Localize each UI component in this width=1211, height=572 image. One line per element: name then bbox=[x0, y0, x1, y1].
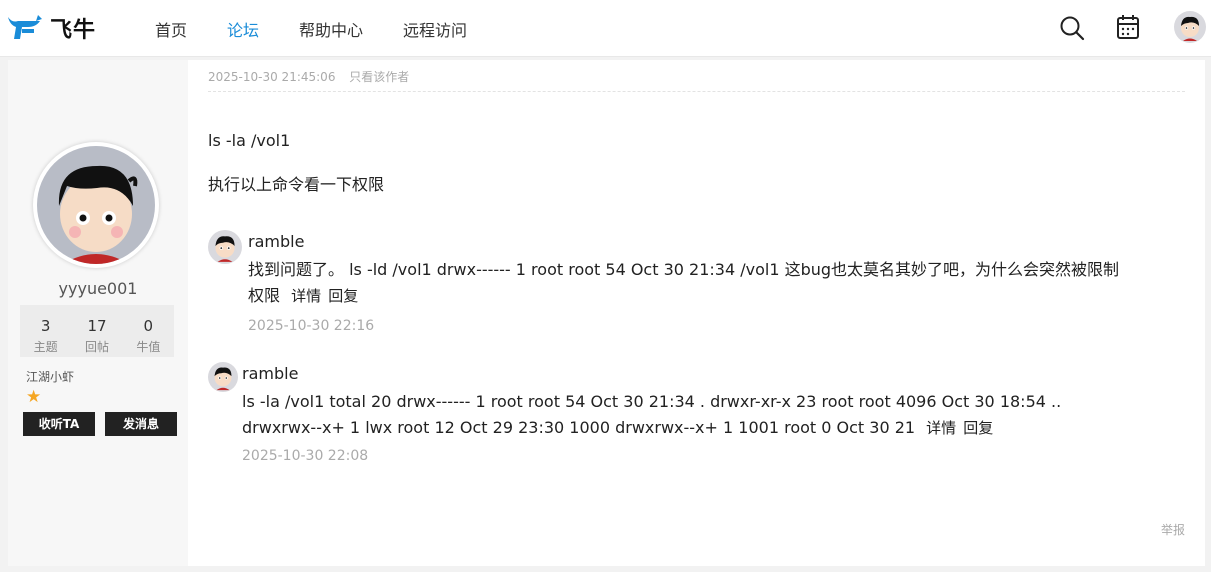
reply-reply-link[interactable]: 回复 bbox=[328, 287, 358, 305]
reply-text-line-2: 权限 详情 回复 bbox=[248, 283, 1185, 309]
author-username[interactable]: yyyue001 bbox=[8, 279, 188, 298]
reply-item: ramble 找到问题了。 ls -ld /vol1 drwx------ 1 … bbox=[208, 230, 1185, 340]
follow-button[interactable]: 收听TA bbox=[23, 412, 95, 436]
reply-text-line: 找到问题了。 ls -ld /vol1 drwx------ 1 root ro… bbox=[248, 260, 1120, 279]
brand-name: 飞牛 bbox=[50, 18, 97, 43]
reply-detail-link[interactable]: 详情 bbox=[926, 419, 956, 437]
author-stats: 3 主题 17 回帖 0 牛值 bbox=[20, 305, 174, 357]
main-nav: 首页 论坛 帮助中心 远程访问 bbox=[155, 0, 507, 57]
post-content: 2025-10-30 21:45:06 只看该作者 ls -la /vol1 执… bbox=[188, 60, 1205, 566]
post-body-line: 执行以上命令看一下权限 bbox=[208, 175, 385, 194]
report-link[interactable]: 举报 bbox=[1161, 521, 1185, 538]
stat-replies-label: 回帖 bbox=[84, 340, 109, 354]
reply-avatar[interactable] bbox=[208, 362, 238, 392]
star-icon: ★ bbox=[26, 387, 42, 407]
reply-time: 2025-10-30 22:16 bbox=[248, 318, 375, 334]
top-header: 飞牛 首页 论坛 帮助中心 远程访问 bbox=[0, 0, 1211, 57]
post-meta: 2025-10-30 21:45:06 只看该作者 bbox=[208, 68, 409, 85]
nav-forum[interactable]: 论坛 bbox=[227, 17, 259, 41]
fn-logo-icon bbox=[8, 15, 42, 39]
reply-text: 找到问题了。 ls -ld /vol1 drwx------ 1 root ro… bbox=[248, 257, 1185, 309]
stat-topics-label: 主题 bbox=[33, 340, 58, 354]
reply-author[interactable]: ramble bbox=[248, 232, 304, 251]
only-author-link[interactable]: 只看该作者 bbox=[349, 70, 409, 84]
reply-detail-link[interactable]: 详情 bbox=[291, 287, 321, 305]
reply-text: ls -la /vol1 total 20 drwx------ 1 root … bbox=[242, 389, 1185, 441]
stat-replies-value: 17 bbox=[87, 317, 107, 335]
post-body-line: ls -la /vol1 bbox=[208, 131, 291, 150]
nav-remote-access[interactable]: 远程访问 bbox=[403, 17, 467, 41]
reply-text-line: 权限 bbox=[248, 286, 281, 305]
post-timestamp: 2025-10-30 21:45:06 bbox=[208, 70, 336, 84]
search-icon[interactable] bbox=[1058, 14, 1086, 42]
brand-logo[interactable]: 飞牛 bbox=[6, 12, 96, 44]
user-avatar[interactable] bbox=[1174, 11, 1206, 43]
reply-text-line: drwxrwx--x+ 1 lwx root 12 Oct 29 23:30 1… bbox=[242, 418, 916, 437]
reply-avatar[interactable] bbox=[208, 230, 242, 264]
author-profile-panel: yyyue001 3 主题 17 回帖 0 牛值 江湖小虾 ★ 收听TA 发消息 bbox=[8, 60, 188, 566]
stat-replies[interactable]: 17 回帖 bbox=[71, 305, 122, 357]
stat-topics[interactable]: 3 主题 bbox=[20, 305, 71, 357]
author-rank: 江湖小虾 bbox=[26, 370, 75, 384]
nav-help-center[interactable]: 帮助中心 bbox=[299, 17, 363, 41]
stat-points-value: 0 bbox=[143, 317, 154, 335]
reply-text-line: ls -la /vol1 total 20 drwx------ 1 root … bbox=[242, 392, 1062, 411]
nav-home[interactable]: 首页 bbox=[155, 17, 187, 41]
stat-points[interactable]: 0 牛值 bbox=[123, 305, 174, 357]
send-message-button[interactable]: 发消息 bbox=[105, 412, 177, 436]
reply-author[interactable]: ramble bbox=[242, 364, 298, 383]
calendar-icon[interactable] bbox=[1114, 13, 1142, 41]
reply-reply-link[interactable]: 回复 bbox=[963, 419, 993, 437]
reply-time: 2025-10-30 22:08 bbox=[242, 448, 369, 464]
stat-topics-value: 3 bbox=[40, 317, 51, 335]
post-divider bbox=[208, 91, 1185, 92]
author-avatar[interactable] bbox=[33, 142, 159, 268]
stat-points-label: 牛值 bbox=[136, 340, 161, 354]
reply-item: ramble ls -la /vol1 total 20 drwx------ … bbox=[208, 362, 1185, 472]
reply-text-line-2: drwxrwx--x+ 1 lwx root 12 Oct 29 23:30 1… bbox=[242, 415, 1185, 441]
